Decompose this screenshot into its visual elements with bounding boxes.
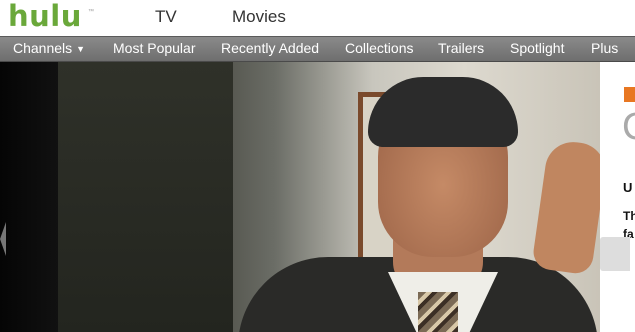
featured-image[interactable] [58,62,609,332]
accent-bar [624,87,635,102]
nav-item-label: Channels [13,40,73,56]
necktie [418,292,458,332]
chevron-left-icon[interactable] [0,222,6,256]
main-nav-bar: Channels ▼ Most Popular Recently Added Co… [0,36,635,62]
panel-tab[interactable] [600,237,630,271]
nav-item-collections[interactable]: Collections [345,40,413,56]
nav-item-trailers[interactable]: Trailers [438,40,484,56]
nav-item-plus[interactable]: Plus [591,40,618,56]
feature-description-line-1: Th [623,209,635,223]
top-nav-tv-link[interactable]: TV [155,7,177,27]
trademark-symbol: ™ [88,9,94,15]
nav-item-spotlight[interactable]: Spotlight [510,40,564,56]
hulu-logo[interactable]: hulu [8,1,82,31]
nav-item-most-popular[interactable]: Most Popular [113,40,195,56]
top-nav-movies-link[interactable]: Movies [232,7,286,27]
raised-hand [531,138,609,276]
feature-subtitle: U [623,180,633,195]
carousel-left-gutter [0,62,58,332]
background-shelf [58,62,233,332]
nav-item-channels[interactable]: Channels ▼ [13,40,85,56]
feature-title: C [622,107,635,147]
nav-item-recently-added[interactable]: Recently Added [221,40,319,56]
featured-carousel[interactable]: C U Th fa [0,62,635,332]
featured-info-panel: C U Th fa [600,62,635,332]
chevron-down-icon: ▼ [76,44,86,54]
hair [368,77,518,147]
top-header: hulu ™ TV Movies [0,0,635,36]
